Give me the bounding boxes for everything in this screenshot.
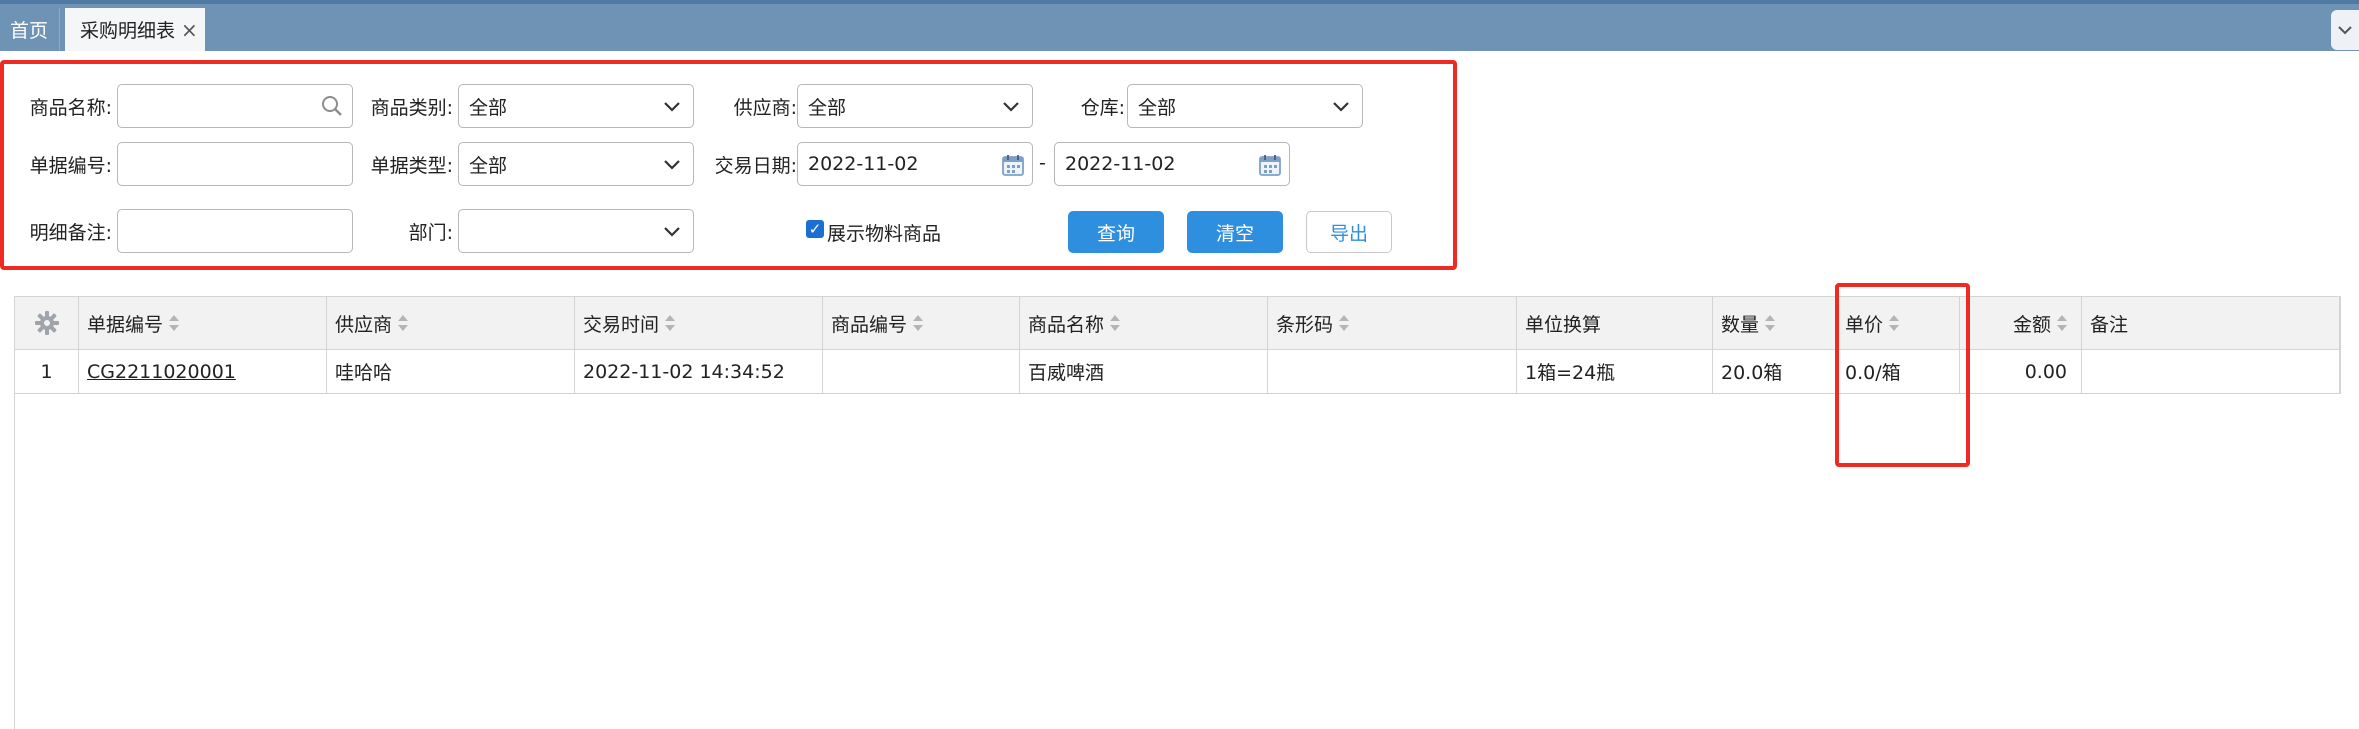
warehouse-select[interactable]: 全部 — [1127, 84, 1363, 128]
product-name-input[interactable] — [117, 84, 353, 128]
table-row[interactable]: 1 CG2211020001 哇哈哈 2022-11-02 14:34:52 百… — [15, 350, 2340, 394]
col-header-amount[interactable]: 金额 — [1960, 297, 2082, 349]
col-product-name-label: 商品名称 — [1028, 313, 1105, 336]
tab-home-label: 首页 — [10, 20, 49, 42]
warehouse-label: 仓库: — [1080, 96, 1125, 119]
supplier-label: 供应商: — [733, 96, 797, 119]
col-product-code-label: 商品编号 — [831, 313, 908, 336]
date-range-separator: - — [1039, 152, 1046, 174]
col-header-supplier[interactable]: 供应商 — [327, 297, 575, 349]
gear-icon[interactable] — [34, 310, 60, 336]
doc-type-value: 全部 — [469, 154, 508, 177]
sort-icon[interactable] — [665, 315, 676, 331]
chevron-down-icon — [664, 160, 680, 170]
export-button[interactable]: 导出 — [1306, 211, 1392, 253]
tab-close-icon[interactable]: × — [181, 20, 198, 40]
tab-home[interactable]: 首页 — [0, 8, 60, 51]
amount-cell: 0.00 — [1960, 350, 2082, 393]
col-header-product-code[interactable]: 商品编号 — [823, 297, 1020, 349]
quantity-cell: 20.0箱 — [1713, 350, 1837, 393]
chevron-down-icon — [1003, 102, 1019, 112]
date-to-input[interactable]: 2022-11-02 — [1054, 142, 1290, 186]
col-amount-label: 金额 — [2012, 313, 2051, 336]
supplier-cell: 哇哈哈 — [327, 350, 575, 393]
col-quantity-label: 数量 — [1721, 313, 1760, 336]
doc-no-link[interactable]: CG2211020001 — [87, 361, 236, 383]
show-material-checkbox[interactable]: ✓ — [806, 220, 824, 238]
tab-purchase-detail[interactable]: 采购明细表 × — [65, 8, 205, 51]
chevron-down-icon — [1333, 102, 1349, 112]
doc-no-label: 单据编号: — [29, 154, 112, 177]
sort-icon[interactable] — [1339, 315, 1350, 331]
trade-time-cell: 2022-11-02 14:34:52 — [575, 350, 823, 393]
col-header-unit-conversion[interactable]: 单位换算 — [1517, 297, 1713, 349]
product-category-select[interactable]: 全部 — [458, 84, 694, 128]
sort-icon[interactable] — [398, 315, 409, 331]
doc-type-select[interactable]: 全部 — [458, 142, 694, 186]
tab-bar: 首页 采购明细表 × — [0, 4, 2359, 51]
col-header-doc-no[interactable]: 单据编号 — [79, 297, 327, 349]
tab-purchase-detail-label: 采购明细表 — [80, 20, 176, 42]
sort-icon[interactable] — [913, 315, 924, 331]
chevron-down-icon[interactable] — [2331, 10, 2359, 50]
calendar-icon[interactable] — [1000, 152, 1026, 178]
chevron-down-icon — [664, 227, 680, 237]
date-from-input[interactable]: 2022-11-02 — [797, 142, 1033, 186]
col-supplier-label: 供应商 — [335, 313, 393, 336]
calendar-icon[interactable] — [1257, 152, 1283, 178]
unit-conversion-cell: 1箱=24瓶 — [1517, 350, 1713, 393]
product-category-label: 商品类别: — [370, 96, 453, 119]
sort-icon[interactable] — [1765, 315, 1776, 331]
row-index: 1 — [15, 350, 79, 393]
product-code-cell — [823, 350, 1020, 393]
col-trade-time-label: 交易时间 — [583, 313, 660, 336]
supplier-select[interactable]: 全部 — [797, 84, 1033, 128]
trade-date-label: 交易日期: — [714, 154, 797, 177]
product-category-value: 全部 — [469, 96, 508, 119]
date-to-value: 2022-11-02 — [1065, 153, 1176, 175]
grid-divider — [2340, 296, 2341, 394]
department-label: 部门: — [408, 221, 453, 244]
show-material-label[interactable]: 展示物料商品 — [827, 219, 941, 246]
note-cell — [2082, 350, 2340, 393]
col-header-barcode[interactable]: 条形码 — [1268, 297, 1517, 349]
col-header-trade-time[interactable]: 交易时间 — [575, 297, 823, 349]
department-select[interactable] — [458, 209, 694, 253]
sort-icon[interactable] — [169, 315, 180, 331]
sort-icon[interactable] — [1110, 315, 1121, 331]
product-name-cell: 百威啤酒 — [1020, 350, 1268, 393]
col-note-label: 备注 — [2090, 313, 2129, 336]
doc-no-input[interactable] — [117, 142, 353, 186]
col-header-note[interactable]: 备注 — [2082, 297, 2340, 349]
unit-price-highlight — [1835, 283, 1970, 467]
col-doc-no-label: 单据编号 — [87, 313, 164, 336]
detail-note-label: 明细备注: — [29, 221, 112, 244]
grid-header: 单据编号 供应商 交易时间 商品编号 商品名称 条形码 单位换算 数量 单价 金… — [15, 296, 2340, 350]
date-from-value: 2022-11-02 — [808, 153, 919, 175]
purchase-detail-grid: 单据编号 供应商 交易时间 商品编号 商品名称 条形码 单位换算 数量 单价 金… — [14, 296, 2341, 729]
search-icon[interactable] — [320, 94, 344, 118]
col-unit-conversion-label: 单位换算 — [1525, 313, 1602, 336]
clear-button[interactable]: 清空 — [1187, 211, 1283, 253]
col-header-quantity[interactable]: 数量 — [1713, 297, 1837, 349]
col-header-product-name[interactable]: 商品名称 — [1020, 297, 1268, 349]
detail-note-input[interactable] — [117, 209, 353, 253]
warehouse-value: 全部 — [1138, 96, 1177, 119]
supplier-value: 全部 — [808, 96, 847, 119]
doc-no-cell: CG2211020001 — [79, 350, 327, 393]
col-barcode-label: 条形码 — [1276, 313, 1334, 336]
query-button[interactable]: 查询 — [1068, 211, 1164, 253]
chevron-down-icon — [664, 102, 680, 112]
column-settings-cell[interactable] — [15, 297, 79, 349]
barcode-cell — [1268, 350, 1517, 393]
sort-icon[interactable] — [2057, 315, 2067, 331]
product-name-label: 商品名称: — [29, 96, 112, 119]
doc-type-label: 单据类型: — [370, 154, 453, 177]
